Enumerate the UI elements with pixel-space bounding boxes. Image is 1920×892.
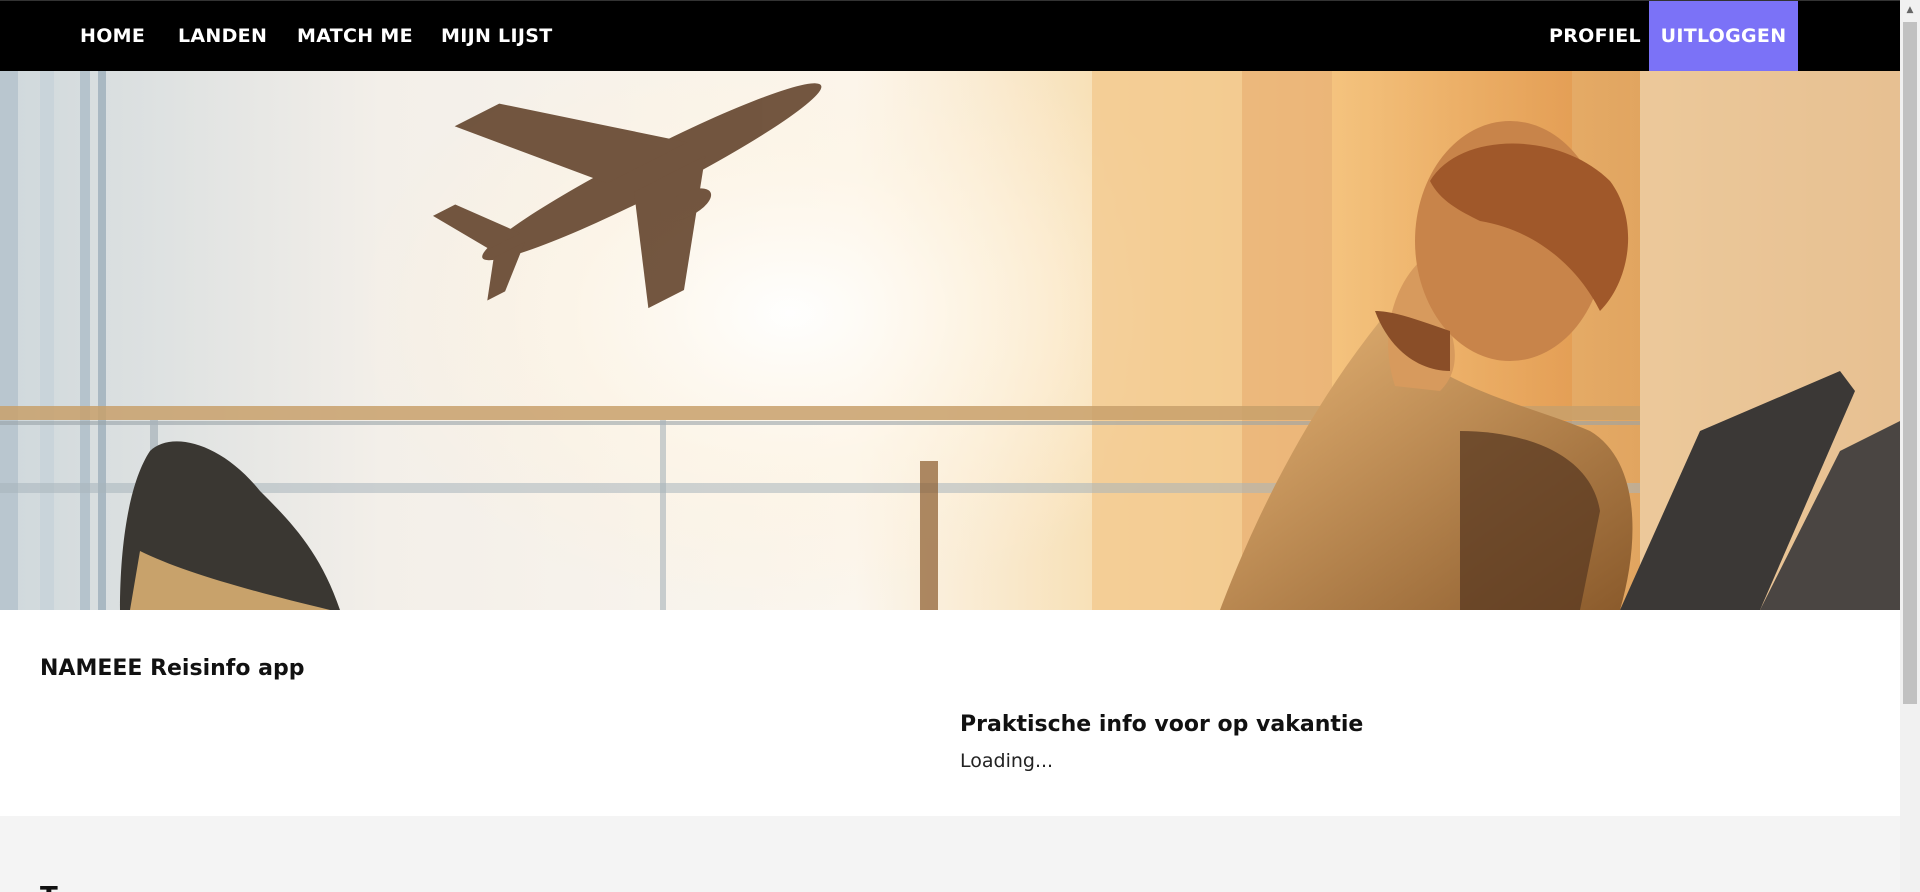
nav-match-me-link[interactable]: MATCH ME bbox=[297, 1, 413, 72]
loading-status-text: Loading... bbox=[960, 750, 1054, 772]
hero-illustration bbox=[0, 71, 1900, 610]
nav-home-link[interactable]: HOME bbox=[80, 1, 145, 72]
practical-info-heading: Praktische info voor op vakantie bbox=[960, 712, 1364, 737]
nav-mijn-lijst-link[interactable]: MIJN LIJST bbox=[441, 1, 552, 72]
hero-banner-image bbox=[0, 71, 1900, 610]
scroll-up-arrow-icon[interactable]: ▲ bbox=[1900, 0, 1920, 20]
section-heading: T bbox=[40, 882, 58, 892]
scrollbar-thumb[interactable] bbox=[1903, 22, 1917, 704]
nav-profiel-link[interactable]: PROFIEL bbox=[1549, 1, 1641, 72]
info-section: NAMEEE Reisinfo app Praktische info voor… bbox=[0, 610, 1900, 816]
logout-button[interactable]: UITLOGGEN bbox=[1649, 1, 1798, 72]
page-scrollbar[interactable]: ▲ bbox=[1900, 0, 1920, 892]
secondary-section: T bbox=[0, 816, 1900, 892]
top-navbar: HOME LANDEN MATCH ME MIJN LIJST PROFIEL … bbox=[0, 0, 1900, 72]
nav-landen-link[interactable]: LANDEN bbox=[178, 1, 267, 72]
app-title: NAMEEE Reisinfo app bbox=[40, 656, 305, 681]
